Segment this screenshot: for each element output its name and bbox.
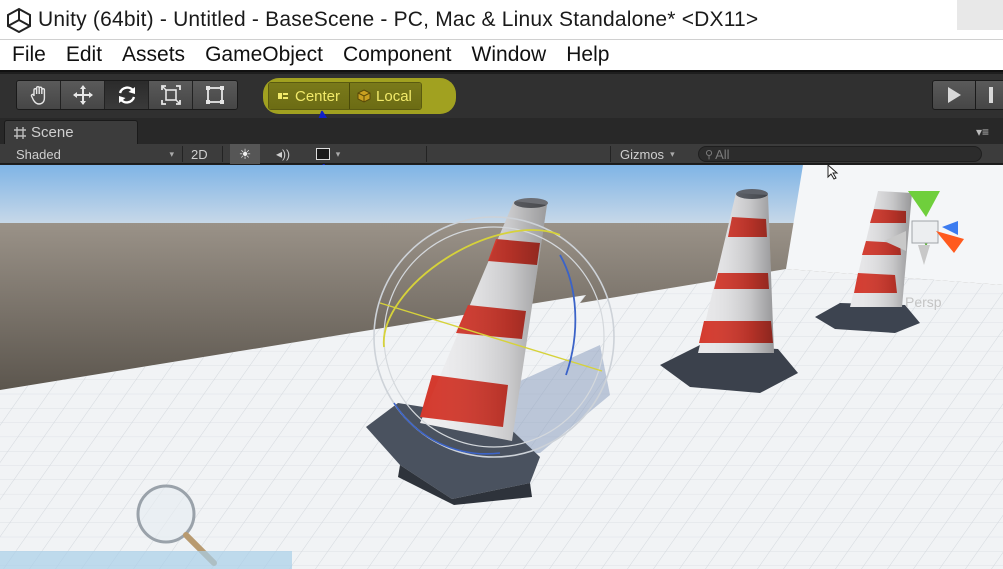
projection-label[interactable]: Persp [905, 294, 942, 310]
play-icon [948, 87, 961, 103]
lighting-toggle-button[interactable]: ☀ [230, 144, 260, 164]
shading-mode-label: Shaded [16, 146, 61, 162]
main-toolbar: Center Local [0, 74, 1003, 174]
2d-toggle-button[interactable]: 2D [191, 144, 208, 164]
search-placeholder: All [715, 146, 730, 162]
move-arrows-icon [72, 85, 93, 105]
gizmos-label: Gizmos [620, 146, 665, 162]
menu-help[interactable]: Help [556, 43, 619, 67]
scene-viewport[interactable]: Persp [0, 165, 1003, 569]
menu-bar: File Edit Assets GameObject Component Wi… [0, 40, 1003, 72]
play-button[interactable] [932, 80, 976, 110]
hand-icon [30, 86, 45, 105]
scene-search-input[interactable]: ⚲ All [698, 146, 982, 162]
rect-tool-button[interactable] [193, 81, 237, 109]
pause-icon [988, 87, 993, 103]
unity-logo-icon [7, 7, 31, 33]
divider [222, 146, 223, 162]
scene-tab-row: Scene ▾≡ [0, 118, 1003, 144]
hand-tool-button[interactable] [17, 81, 61, 109]
scale-tool-button[interactable] [149, 81, 193, 109]
tab-scene[interactable]: Scene [4, 120, 138, 144]
window-title: Unity (64bit) - Untitled - BaseScene - P… [38, 7, 759, 31]
scale-icon [160, 85, 181, 105]
menu-file[interactable]: File [0, 43, 56, 67]
pivot-mode-label: Center [295, 87, 341, 105]
gizmos-dropdown[interactable]: Gizmos ▾ [620, 144, 675, 164]
menu-edit[interactable]: Edit [56, 43, 112, 67]
scene-control-bar: Shaded ▾ 2D ☀ ◂)) ▾ Gizmos ▾ ⚲ All [0, 144, 1003, 164]
pause-button[interactable] [976, 80, 1003, 110]
move-tool-button[interactable] [61, 81, 105, 109]
transform-tools [16, 80, 238, 110]
pivot-center-icon [278, 93, 288, 99]
tab-scene-label: Scene [31, 124, 74, 141]
image-effects-icon [315, 148, 330, 160]
search-icon: ⚲ [705, 148, 714, 161]
rotate-tool-button[interactable] [105, 81, 149, 109]
rotate-icon [118, 86, 135, 104]
menu-component[interactable]: Component [333, 43, 462, 67]
rect-icon [206, 86, 224, 104]
chevron-down-icon: ▾ [670, 148, 675, 159]
menu-gameobject[interactable]: GameObject [195, 43, 333, 67]
divider [610, 146, 611, 162]
sun-icon: ☀ [238, 145, 252, 162]
local-cube-icon [357, 89, 371, 103]
scene-grid-icon [14, 126, 26, 139]
pivot-rotation-button[interactable]: Local [350, 83, 421, 109]
2d-toggle-label: 2D [191, 146, 208, 162]
window-controls[interactable] [957, 0, 1003, 30]
divider [426, 146, 427, 162]
effects-dropdown[interactable]: ▾ [306, 144, 350, 164]
audio-toggle-button[interactable]: ◂)) [268, 144, 298, 164]
speaker-icon: ◂)) [275, 147, 290, 161]
menu-assets[interactable]: Assets [112, 43, 195, 67]
title-bar: Unity (64bit) - Untitled - BaseScene - P… [0, 0, 1003, 40]
play-controls [932, 80, 1003, 110]
tab-menu-icon[interactable]: ▾≡ [976, 125, 989, 139]
bottom-overlay-strip [0, 551, 292, 569]
chevron-down-icon: ▾ [169, 148, 174, 159]
pivot-rotation-label: Local [376, 87, 412, 105]
shading-mode-dropdown[interactable]: Shaded ▾ [16, 144, 176, 164]
divider [182, 146, 183, 162]
scene-render [0, 165, 1003, 569]
chevron-down-icon: ▾ [335, 148, 341, 159]
menu-window[interactable]: Window [462, 43, 557, 67]
